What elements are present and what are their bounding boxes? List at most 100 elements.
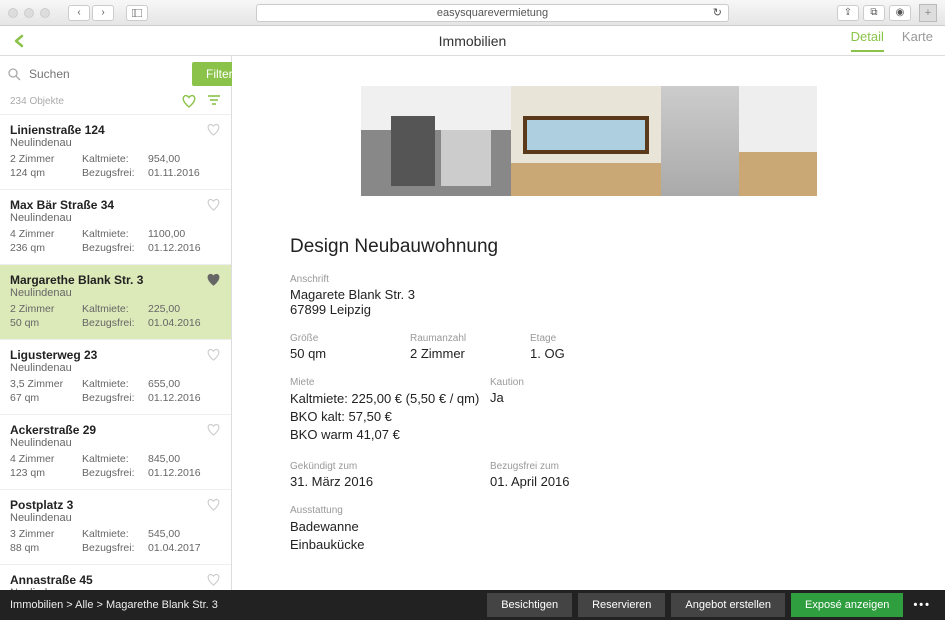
size-value: 50 qm [290, 346, 410, 361]
list-item-rent-label: Kaltmiete: [82, 528, 148, 540]
list-item-avail: 01.12.2016 [148, 467, 206, 479]
rent-line-2: BKO kalt: 57,50 € [290, 408, 490, 426]
image-gallery [232, 86, 945, 196]
gallery-image-bath[interactable] [661, 86, 739, 196]
list-item-title: Ligusterweg 23 [10, 348, 221, 362]
rent-line-3: BKO warm 41,07 € [290, 426, 490, 444]
list-item-area: 123 qm [10, 467, 82, 479]
equipment-line-1: Badewanne [290, 518, 887, 536]
favorite-icon[interactable] [206, 348, 221, 361]
favorite-icon[interactable] [206, 123, 221, 136]
share-button[interactable]: ⇪ [837, 5, 859, 21]
list-item-title: Margarethe Blank Str. 3 [10, 273, 221, 287]
list-item-rent: 655,00 [148, 378, 206, 390]
size-label: Größe [290, 333, 410, 344]
view-tabs: Detail Karte [851, 29, 933, 52]
list-item-avail: 01.04.2016 [148, 317, 206, 329]
list-item[interactable]: Margarethe Blank Str. 3Neulindenau2 Zimm… [0, 264, 231, 339]
equipment-label: Ausstattung [290, 505, 887, 516]
tab-detail[interactable]: Detail [851, 29, 884, 52]
visit-button[interactable]: Besichtigen [487, 593, 572, 617]
tabs-button[interactable]: ⧉ [863, 5, 885, 21]
list-item-title: Max Bär Straße 34 [10, 198, 221, 212]
sort-icon[interactable] [207, 94, 221, 108]
close-window-icon[interactable] [8, 8, 18, 18]
list-item-avail-label: Bezugsfrei: [82, 317, 148, 329]
forward-nav-button[interactable]: › [92, 5, 114, 21]
rooms-value: 2 Zimmer [410, 346, 530, 361]
list-item-rent-label: Kaltmiete: [82, 228, 148, 240]
search-input[interactable] [27, 63, 186, 85]
list-item-district: Neulindenau [10, 362, 221, 374]
deposit-value: Ja [490, 390, 630, 405]
back-button[interactable] [12, 34, 26, 48]
minimize-window-icon[interactable] [24, 8, 34, 18]
list-item-rent-label: Kaltmiete: [82, 153, 148, 165]
list-item[interactable]: Ligusterweg 23Neulindenau3,5 ZimmerKaltm… [0, 339, 231, 414]
gallery-image-exterior[interactable] [361, 86, 511, 196]
address-line2: 67899 Leipzig [290, 302, 887, 317]
list-item-title: Ackerstraße 29 [10, 423, 221, 437]
rent-label: Miete [290, 377, 490, 388]
list-item[interactable]: Annastraße 45Neulindenau4,5 ZimmerKaltmi… [0, 564, 231, 590]
object-count: 234 Objekte [10, 96, 64, 107]
favorite-icon[interactable] [206, 198, 221, 211]
address-label: Anschrift [290, 274, 887, 285]
gallery-image-room[interactable] [511, 86, 661, 196]
app-header: Immobilien Detail Karte [0, 26, 945, 56]
list-item[interactable]: Max Bär Straße 34Neulindenau4 ZimmerKalt… [0, 189, 231, 264]
terminated-label: Gekündigt zum [290, 461, 490, 472]
footer-bar: Immobilien > Alle > Magarethe Blank Str.… [0, 590, 945, 620]
list-item-title: Annastraße 45 [10, 573, 221, 587]
list-item-avail: 01.12.2016 [148, 392, 206, 404]
zoom-window-icon[interactable] [40, 8, 50, 18]
list-item[interactable]: Ackerstraße 29Neulindenau4 ZimmerKaltmie… [0, 414, 231, 489]
floor-label: Etage [530, 333, 650, 344]
back-nav-button[interactable]: ‹ [68, 5, 90, 21]
list-item-title: Postplatz 3 [10, 498, 221, 512]
new-tab-button[interactable]: + [919, 4, 937, 22]
more-icon[interactable]: ••• [909, 599, 935, 611]
list-item[interactable]: Linienstraße 124Neulindenau2 ZimmerKaltm… [0, 114, 231, 189]
property-list: Linienstraße 124Neulindenau2 ZimmerKaltm… [0, 114, 231, 590]
search-icon [8, 68, 21, 81]
sidebar: Filter 234 Objekte Linienstraße 124Neuli… [0, 56, 232, 590]
list-item[interactable]: Postplatz 3Neulindenau3 ZimmerKaltmiete:… [0, 489, 231, 564]
list-item-rent: 225,00 [148, 303, 206, 315]
list-item-rent: 1100,00 [148, 228, 206, 240]
list-item-rooms: 2 Zimmer [10, 303, 82, 315]
url-text: easysquarevermietung [437, 7, 548, 19]
favorite-icon[interactable] [206, 498, 221, 511]
list-item-avail-label: Bezugsfrei: [82, 392, 148, 404]
property-title: Design Neubauwohnung [290, 236, 887, 258]
list-item-avail-label: Bezugsfrei: [82, 542, 148, 554]
list-item-district: Neulindenau [10, 437, 221, 449]
list-item-area: 50 qm [10, 317, 82, 329]
sidebar-toggle-button[interactable] [126, 5, 148, 21]
favorite-icon[interactable] [206, 423, 221, 436]
tab-map[interactable]: Karte [902, 29, 933, 52]
list-item-avail-label: Bezugsfrei: [82, 467, 148, 479]
list-item-rent: 845,00 [148, 453, 206, 465]
favorites-icon[interactable] [181, 94, 197, 108]
detail-pane: Design Neubauwohnung Anschrift Magarete … [232, 56, 945, 590]
reload-icon[interactable]: ↻ [713, 6, 722, 19]
available-label: Bezugsfrei zum [490, 461, 630, 472]
reserve-button[interactable]: Reservieren [578, 593, 665, 617]
downloads-button[interactable]: ◉ [889, 5, 911, 21]
url-bar[interactable]: easysquarevermietung ↻ [256, 4, 729, 22]
create-offer-button[interactable]: Angebot erstellen [671, 593, 785, 617]
favorite-icon[interactable] [206, 273, 221, 286]
list-item-avail-label: Bezugsfrei: [82, 242, 148, 254]
list-item-avail: 01.12.2016 [148, 242, 206, 254]
list-item-rooms: 3,5 Zimmer [10, 378, 82, 390]
gallery-image-interior[interactable] [739, 86, 817, 196]
browser-chrome: ‹ › easysquarevermietung ↻ ⇪ ⧉ ◉ + [0, 0, 945, 26]
list-item-avail: 01.04.2017 [148, 542, 206, 554]
favorite-icon[interactable] [206, 573, 221, 586]
list-item-district: Neulindenau [10, 512, 221, 524]
page-title: Immobilien [439, 33, 507, 49]
equipment-line-2: Einbaukücke [290, 536, 887, 554]
show-expose-button[interactable]: Exposé anzeigen [791, 593, 903, 617]
list-item-rooms: 2 Zimmer [10, 153, 82, 165]
